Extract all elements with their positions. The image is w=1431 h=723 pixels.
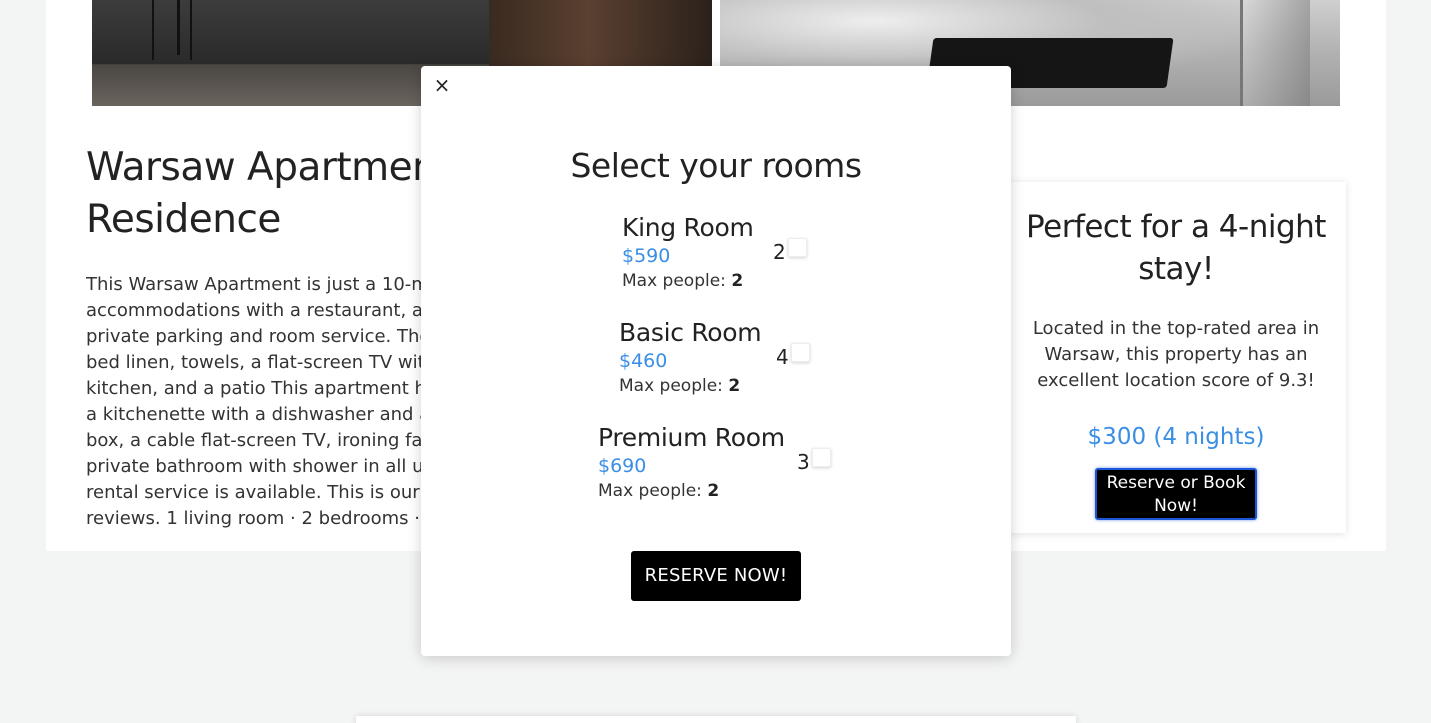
room-select-checkbox[interactable] xyxy=(788,238,807,257)
max-people-value: 2 xyxy=(731,271,744,291)
booking-price: $300 (4 nights) xyxy=(1087,424,1265,450)
room-price: $590 xyxy=(622,245,671,267)
room-selection-modal: × Select your rooms King Room $590 Max p… xyxy=(421,66,1011,656)
listing-title-line1: Warsaw Apartment I xyxy=(86,145,475,190)
room-name: King Room xyxy=(622,213,754,242)
room-quantity: 3 xyxy=(797,450,810,474)
booking-body: Located in the top-rated area in Warsaw,… xyxy=(1032,318,1320,391)
room-item-king: King Room $590 Max people: 2 xyxy=(622,213,754,293)
room-max-people: Max people: 2 xyxy=(619,374,761,398)
reserve-or-book-button[interactable]: Reserve or Book Now! xyxy=(1095,468,1257,520)
booking-summary-box: Perfect for a 4-night stay! Located in t… xyxy=(1006,182,1346,533)
stool-leg-shape xyxy=(177,0,180,55)
max-people-label: Max people: xyxy=(619,376,723,396)
room-select-checkbox[interactable] xyxy=(812,448,831,467)
max-people-label: Max people: xyxy=(598,481,702,501)
close-icon[interactable]: × xyxy=(431,74,453,96)
glass-door-shape xyxy=(1240,0,1310,106)
room-item-premium: Premium Room $690 Max people: 2 xyxy=(598,423,785,503)
room-price: $690 xyxy=(598,455,647,477)
modal-title: Select your rooms xyxy=(570,146,862,185)
stool-shape xyxy=(152,0,192,60)
max-people-label: Max people: xyxy=(622,271,726,291)
max-people-value: 2 xyxy=(707,481,720,501)
secondary-card xyxy=(356,716,1076,723)
room-name: Premium Room xyxy=(598,423,785,452)
room-name: Basic Room xyxy=(619,318,762,347)
max-people-value: 2 xyxy=(728,376,741,396)
room-max-people: Max people: 2 xyxy=(598,479,785,503)
room-select-checkbox[interactable] xyxy=(791,343,810,362)
room-item-basic: Basic Room $460 Max people: 2 xyxy=(619,318,762,398)
room-price: $460 xyxy=(619,350,668,372)
room-max-people: Max people: 2 xyxy=(622,269,754,293)
reserve-now-button[interactable]: RESERVE NOW! xyxy=(631,551,801,601)
listing-title-line2: Residence xyxy=(86,197,281,242)
room-quantity: 4 xyxy=(776,345,789,369)
booking-heading: Perfect for a 4-night stay! xyxy=(1026,209,1326,287)
room-quantity: 2 xyxy=(773,240,786,264)
